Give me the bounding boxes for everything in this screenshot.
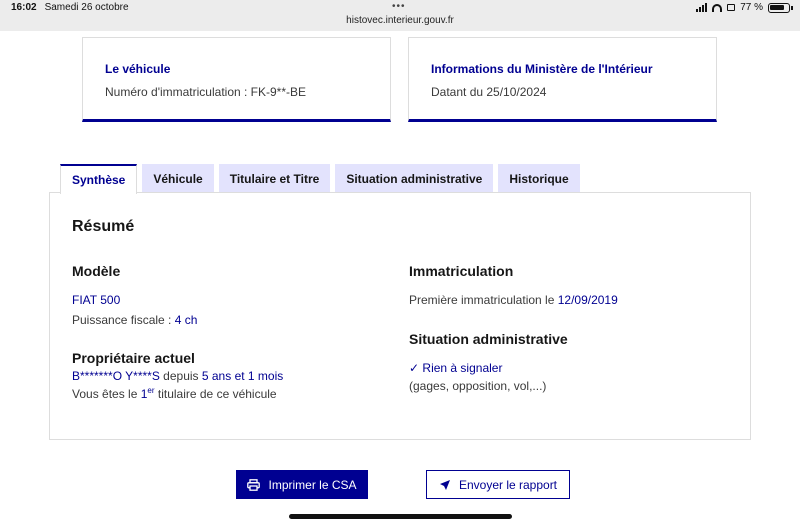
battery-percent: 77 % bbox=[740, 2, 763, 13]
status-time: 16:02 bbox=[11, 2, 37, 13]
ministry-card-title: Informations du Ministère de l'Intérieur bbox=[431, 62, 653, 76]
owner-name: B*******O Y****S depuis 5 ans et 1 mois bbox=[72, 369, 284, 383]
summary-panel: Résumé Modèle FIAT 500 Puissance fiscale… bbox=[49, 192, 751, 440]
status-icons: 77 % bbox=[696, 2, 793, 13]
ministry-card: Informations du Ministère de l'Intérieur… bbox=[408, 37, 717, 122]
print-csa-label: Imprimer le CSA bbox=[268, 477, 357, 492]
battery-icon bbox=[768, 2, 793, 13]
vehicle-card: Le véhicule Numéro d'immatriculation : F… bbox=[82, 37, 391, 122]
browser-top-bar: 16:02 Samedi 26 octobre ••• histovec.inte… bbox=[0, 0, 800, 31]
send-report-label: Envoyer le rapport bbox=[458, 477, 558, 492]
model-name: FIAT 500 bbox=[72, 293, 121, 307]
tab-situation-administrative[interactable]: Situation administrative bbox=[335, 164, 494, 193]
admin-status-heading: Situation administrative bbox=[409, 331, 568, 347]
ministry-date: Datant du 25/10/2024 bbox=[431, 85, 547, 99]
signal-icon bbox=[696, 3, 708, 12]
registration-number: Numéro d'immatriculation : FK-9**-BE bbox=[105, 85, 307, 99]
registration-heading: Immatriculation bbox=[409, 263, 514, 279]
admin-status-detail: (gages, opposition, vol,...) bbox=[409, 379, 547, 393]
wifi-icon bbox=[712, 3, 723, 12]
status-date: Samedi 26 octobre bbox=[44, 2, 129, 13]
tab-bar: Synthèse Véhicule Titulaire et Titre Sit… bbox=[60, 164, 585, 194]
holder-rank: Vous êtes le 1er titulaire de ce véhicul… bbox=[72, 386, 277, 401]
send-report-button[interactable]: Envoyer le rapport bbox=[426, 470, 570, 499]
check-icon: ✓ bbox=[409, 361, 420, 375]
home-indicator[interactable] bbox=[289, 514, 512, 519]
owner-heading: Propriétaire actuel bbox=[72, 350, 195, 366]
more-dots-icon[interactable]: ••• bbox=[392, 1, 406, 12]
print-csa-button[interactable]: Imprimer le CSA bbox=[236, 470, 368, 499]
tab-titulaire-et-titre[interactable]: Titulaire et Titre bbox=[218, 164, 331, 193]
tab-synthese[interactable]: Synthèse bbox=[60, 164, 138, 194]
vehicle-card-title: Le véhicule bbox=[105, 62, 171, 76]
send-icon bbox=[439, 479, 450, 490]
printer-icon bbox=[247, 478, 261, 491]
admin-status: ✓ Rien à signaler bbox=[409, 361, 503, 375]
fiscal-power: Puissance fiscale : 4 ch bbox=[72, 313, 198, 327]
first-registration: Première immatriculation le 12/09/2019 bbox=[409, 293, 618, 307]
model-heading: Modèle bbox=[72, 263, 121, 279]
status-time-date: 16:02 Samedi 26 octobre bbox=[11, 2, 129, 13]
url-bar[interactable]: histovec.interieur.gouv.fr bbox=[0, 15, 800, 26]
tab-vehicule[interactable]: Véhicule bbox=[142, 164, 214, 193]
summary-heading: Résumé bbox=[72, 218, 135, 235]
orientation-lock-icon bbox=[727, 4, 736, 11]
tab-historique[interactable]: Historique bbox=[498, 164, 580, 193]
